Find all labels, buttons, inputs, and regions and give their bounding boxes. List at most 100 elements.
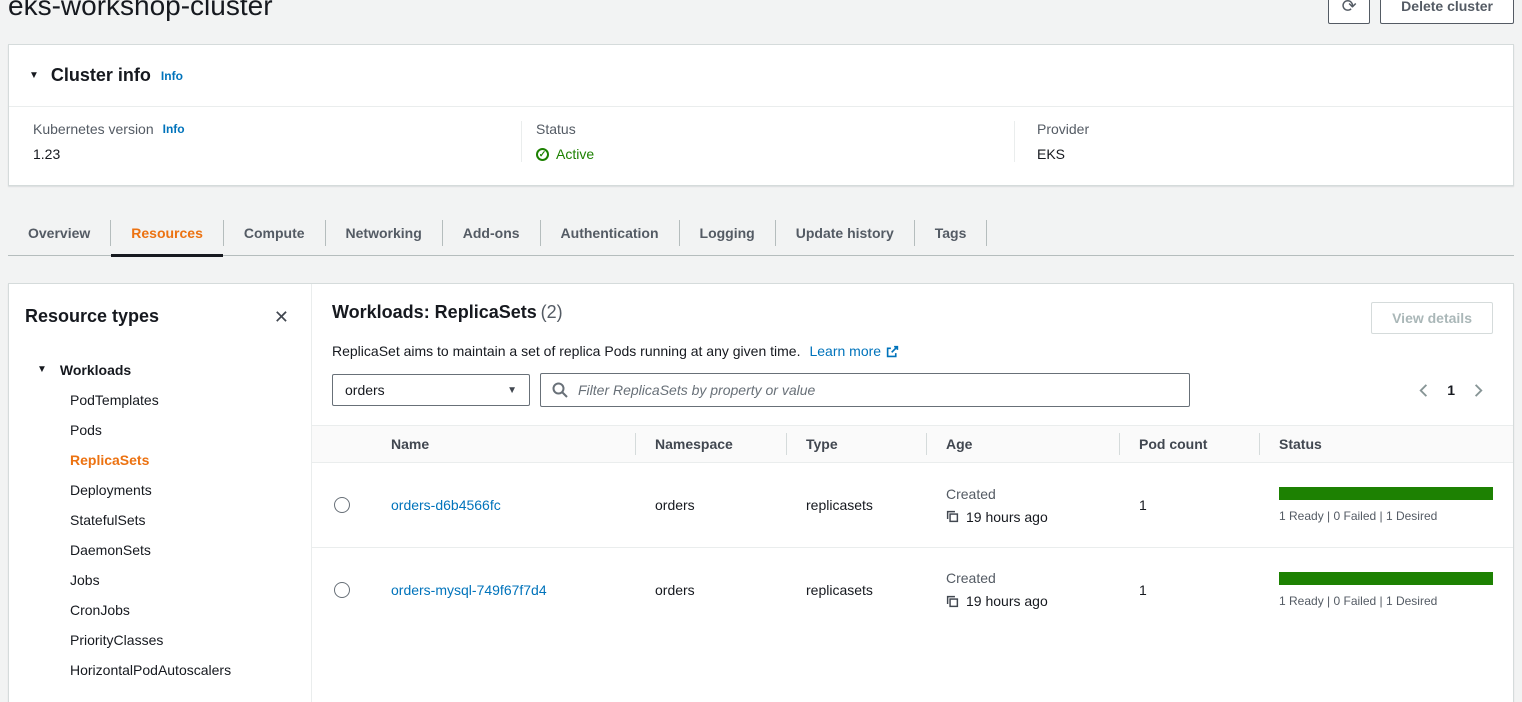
status-text: Active (556, 146, 594, 162)
pod-count-cell: 1 (1119, 497, 1259, 513)
refresh-icon: ⟳ (1342, 0, 1357, 17)
tab-authentication[interactable]: Authentication (541, 210, 679, 256)
external-link-icon (886, 345, 899, 358)
chevron-left-icon (1417, 383, 1432, 398)
main-header: Workloads: ReplicaSets (2) View details (312, 302, 1513, 334)
chevron-right-icon: ▶ (37, 697, 45, 702)
current-page-number[interactable]: 1 (1447, 382, 1455, 398)
replicaset-name-link[interactable]: orders-d6b4566fc (391, 497, 501, 513)
provider-label: Provider (1037, 121, 1513, 137)
search-box (540, 373, 1190, 407)
sidebar-title: Resource types (25, 306, 159, 327)
copy-icon[interactable] (946, 595, 959, 608)
chevron-down-icon: ▼ (507, 385, 517, 396)
resource-types-sidebar: Resource types ✕ ▼ Workloads PodTemplate… (9, 284, 312, 702)
sidebar-item-cronjobs[interactable]: CronJobs (25, 595, 295, 625)
tab-logging[interactable]: Logging (680, 210, 775, 256)
kubernetes-version-info-link[interactable]: Info (163, 122, 185, 136)
status-summary: 1 Ready | 0 Failed | 1 Desired (1279, 594, 1493, 608)
status-bar (1279, 572, 1493, 585)
result-count: (2) (541, 302, 563, 322)
row-radio-button[interactable] (334, 582, 350, 598)
tab-update-history[interactable]: Update history (776, 210, 914, 256)
table-header-row: Name Namespace Type Age Pod count Status (312, 426, 1513, 463)
column-header-age: Age (926, 426, 1119, 462)
column-header-namespace: Namespace (635, 426, 786, 462)
table-row: orders-d6b4566fc orders replicasets Crea… (312, 463, 1513, 547)
tab-add-ons[interactable]: Add-ons (443, 210, 540, 256)
learn-more-link[interactable]: Learn more (809, 343, 899, 359)
age-label: Created (946, 570, 1119, 586)
status-value: ✓ Active (536, 146, 1014, 162)
namespace-filter-dropdown[interactable]: orders ▼ (332, 374, 530, 406)
tab-resources[interactable]: Resources (111, 210, 223, 256)
tree-group-label: Workloads (60, 355, 131, 385)
status-cell: 1 Ready | 0 Failed | 1 Desired (1259, 487, 1513, 523)
previous-page-button[interactable] (1417, 383, 1432, 398)
sidebar-item-statefulsets[interactable]: StatefulSets (25, 505, 295, 535)
sidebar-item-priorityclasses[interactable]: PriorityClasses (25, 625, 295, 655)
cluster-info-card: ▼ Cluster info Info Kubernetes version I… (8, 44, 1514, 186)
copy-icon[interactable] (946, 510, 959, 523)
status-bar (1279, 487, 1493, 500)
delete-cluster-button[interactable]: Delete cluster (1380, 0, 1514, 24)
status-label: Status (536, 121, 1014, 137)
view-details-button[interactable]: View details (1371, 302, 1493, 334)
sidebar-item-daemonsets[interactable]: DaemonSets (25, 535, 295, 565)
provider-value: EKS (1037, 146, 1513, 162)
page-header: eks-workshop-cluster ⟳ Delete cluster (8, 0, 1514, 28)
close-icon[interactable]: ✕ (274, 308, 295, 326)
page-title: eks-workshop-cluster (8, 0, 273, 26)
sidebar-header: Resource types ✕ (25, 306, 295, 327)
status-check-icon: ✓ (536, 148, 549, 161)
cluster-info-header[interactable]: ▼ Cluster info Info (9, 45, 1513, 106)
replicaset-name-link[interactable]: orders-mysql-749f67f7d4 (391, 582, 547, 598)
tree-group-workloads[interactable]: ▼ Workloads (25, 355, 295, 385)
header-actions: ⟳ Delete cluster (1328, 0, 1514, 24)
next-page-button[interactable] (1470, 383, 1485, 398)
replicasets-table: Name Namespace Type Age Pod count Status… (312, 425, 1513, 631)
type-cell: replicasets (786, 582, 926, 598)
main-title-wrap: Workloads: ReplicaSets (2) (332, 302, 563, 323)
status-cell: 1 Ready | 0 Failed | 1 Desired (1259, 572, 1513, 608)
chevron-right-icon (1470, 383, 1485, 398)
sidebar-item-podtemplates[interactable]: PodTemplates (25, 385, 295, 415)
replicasets-main: Workloads: ReplicaSets (2) View details … (312, 284, 1513, 702)
tree-group-cluster[interactable]: ▶ Cluster (25, 697, 295, 702)
sidebar-item-deployments[interactable]: Deployments (25, 475, 295, 505)
tab-compute[interactable]: Compute (224, 210, 325, 256)
column-header-name: Name (371, 426, 635, 462)
namespace-cell: orders (635, 497, 786, 513)
row-radio-button[interactable] (334, 497, 350, 513)
main-title: Workloads: ReplicaSets (332, 302, 537, 322)
search-input[interactable] (576, 381, 1178, 399)
cluster-info-info-link[interactable]: Info (161, 69, 183, 83)
kubernetes-version-label: Kubernetes version Info (33, 121, 521, 137)
column-header-pod-count: Pod count (1119, 426, 1259, 462)
age-label: Created (946, 486, 1119, 502)
age-cell: Created 19 hours ago (926, 486, 1119, 525)
column-header-type: Type (786, 426, 926, 462)
status-summary: 1 Ready | 0 Failed | 1 Desired (1279, 509, 1493, 523)
refresh-button[interactable]: ⟳ (1328, 0, 1370, 24)
tab-overview[interactable]: Overview (8, 210, 110, 256)
provider-field: Provider EKS (1014, 121, 1513, 162)
tab-networking[interactable]: Networking (326, 210, 442, 256)
sidebar-item-pods[interactable]: Pods (25, 415, 295, 445)
sidebar-item-horizontalpodautoscalers[interactable]: HorizontalPodAutoscalers (25, 655, 295, 685)
cluster-info-body: Kubernetes version Info 1.23 Status ✓ Ac… (9, 106, 1513, 185)
description-text: ReplicaSet aims to maintain a set of rep… (332, 343, 800, 359)
chevron-down-icon[interactable]: ▼ (29, 70, 39, 81)
resources-panel: Resource types ✕ ▼ Workloads PodTemplate… (8, 283, 1514, 702)
age-cell: Created 19 hours ago (926, 570, 1119, 609)
filter-row: orders ▼ 1 (312, 373, 1513, 407)
sidebar-item-replicasets[interactable]: ReplicaSets (25, 445, 295, 475)
namespace-cell: orders (635, 582, 786, 598)
tab-tags[interactable]: Tags (915, 210, 987, 256)
age-value: 19 hours ago (966, 593, 1048, 609)
age-value: 19 hours ago (966, 509, 1048, 525)
table-row: orders-mysql-749f67f7d4 orders replicase… (312, 547, 1513, 631)
tab-divider (986, 220, 987, 246)
sidebar-item-jobs[interactable]: Jobs (25, 565, 295, 595)
column-header-status: Status (1259, 426, 1513, 462)
